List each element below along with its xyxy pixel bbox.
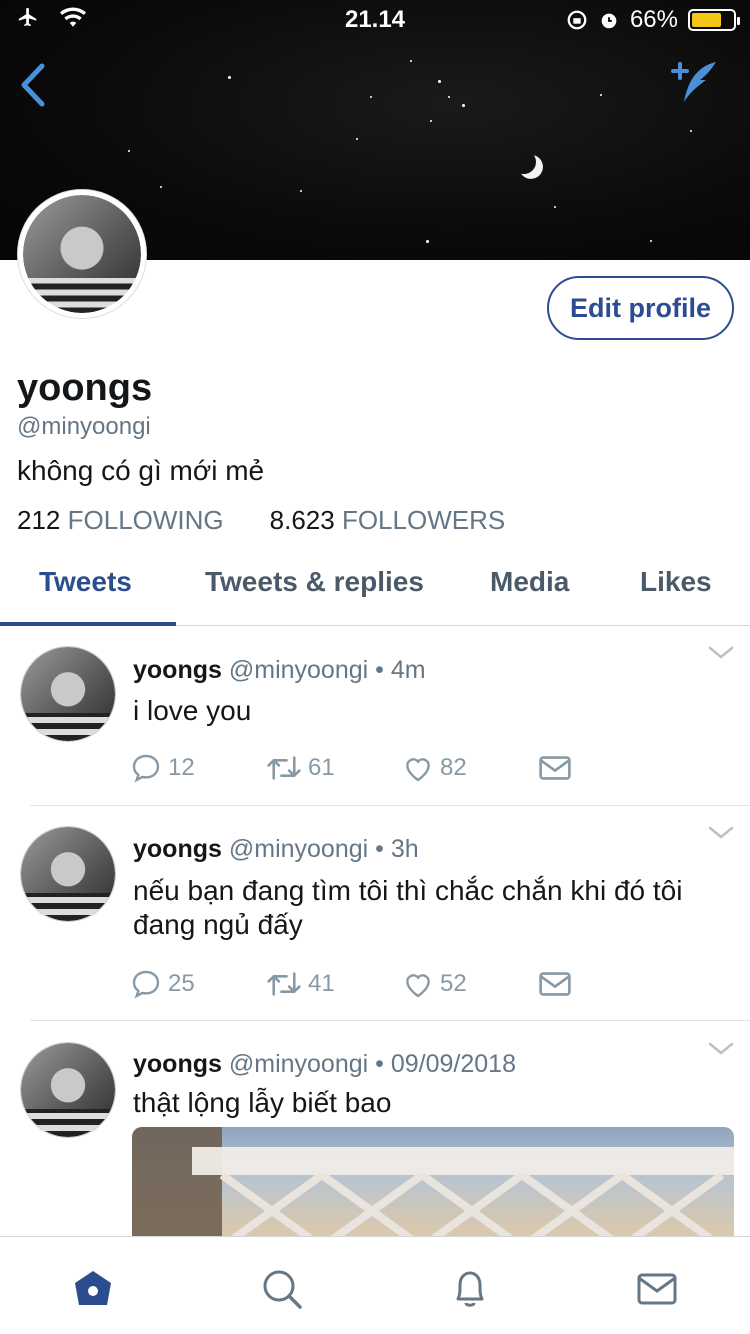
tab-media[interactable]: Media [490, 566, 569, 598]
followers-stat[interactable]: 8.623 FOLLOWERS [270, 505, 506, 536]
home-icon[interactable] [71, 1267, 115, 1311]
heart-icon [406, 758, 430, 782]
tweet-header: yoongs @minyoongi • 3h [133, 835, 419, 863]
rotation-lock-icon [567, 10, 587, 30]
retweet-count: 61 [308, 754, 335, 781]
battery-icon [688, 9, 740, 31]
reply-icon [132, 754, 160, 783]
tab-likes[interactable]: Likes [640, 566, 712, 598]
profile-stats: 212 FOLLOWING 8.623 FOLLOWERS [17, 505, 505, 536]
like-count: 52 [440, 970, 467, 997]
search-icon[interactable] [260, 1267, 304, 1311]
following-label: FOLLOWING [67, 505, 224, 535]
retweet-button[interactable]: 61 [266, 752, 402, 784]
like-count: 82 [440, 754, 467, 781]
tab-tweets-replies[interactable]: Tweets & replies [205, 566, 424, 598]
tweet-divider [30, 1020, 750, 1021]
dm-button[interactable] [538, 753, 674, 783]
tweet-header: yoongs @minyoongi • 09/09/2018 [133, 1050, 516, 1078]
retweet-icon [267, 756, 301, 780]
tweet-photo[interactable] [132, 1127, 734, 1247]
tweet-author-name: yoongs [133, 835, 222, 863]
retweet-count: 41 [308, 970, 335, 997]
tweet-time: 09/09/2018 [390, 1050, 516, 1078]
tweet-author-handle: @minyoongi [228, 656, 369, 684]
following-stat[interactable]: 212 FOLLOWING [17, 505, 224, 536]
tweet-text: i love you [133, 695, 252, 726]
envelope-icon [539, 972, 571, 996]
followers-count: 8.623 [269, 505, 335, 535]
tweet-avatar[interactable] [20, 646, 116, 742]
mail-icon[interactable] [635, 1267, 679, 1311]
status-bar: 21.14 66% [0, 0, 750, 40]
profile-tabs: Tweets Tweets & replies Media Likes [0, 556, 750, 626]
tweet-actions: 25 41 52 [130, 968, 674, 1000]
reply-count: 25 [168, 970, 195, 997]
chevron-left-icon[interactable] [14, 60, 54, 110]
tweet-author-handle: @minyoongi [228, 835, 369, 863]
tweet-avatar[interactable] [20, 1042, 116, 1138]
tweet-time: 3h [390, 835, 419, 863]
like-button[interactable]: 52 [402, 968, 538, 1000]
like-button[interactable]: 82 [402, 752, 538, 784]
dm-button[interactable] [538, 969, 674, 999]
edit-profile-button[interactable]: Edit profile [547, 276, 734, 340]
tweet-author-name: yoongs [133, 656, 222, 684]
following-count: 212 [17, 505, 61, 535]
profile-bio: không có gì mới mẻ [17, 455, 265, 486]
profile-name: yoongs [17, 367, 153, 409]
chevron-down-icon[interactable] [708, 646, 734, 660]
reply-button[interactable]: 25 [130, 968, 266, 1000]
tweet-actions: 12 61 82 [130, 752, 674, 784]
tweet-text: nếu bạn đang tìm tôi thì chắc chắn khi đ… [133, 875, 683, 940]
photo-structure [132, 1127, 734, 1247]
compose-tweet-icon[interactable] [668, 58, 720, 106]
bell-icon[interactable] [448, 1267, 492, 1311]
chevron-down-icon[interactable] [708, 1042, 734, 1056]
reply-icon [132, 970, 160, 999]
retweet-icon [267, 972, 301, 996]
tweet-header: yoongs @minyoongi • 4m [133, 656, 426, 684]
tweet-divider [30, 805, 750, 806]
heart-icon [406, 974, 430, 998]
retweet-button[interactable]: 41 [266, 968, 402, 1000]
active-tab-indicator [0, 622, 176, 626]
moon [510, 148, 538, 176]
alarm-icon [601, 13, 617, 29]
tweet-author-handle: @minyoongi [228, 1050, 369, 1078]
profile-handle: @minyoongi [17, 413, 151, 440]
tweet-author-name: yoongs [133, 1050, 222, 1078]
chevron-down-icon[interactable] [708, 826, 734, 840]
tab-tweets[interactable]: Tweets [39, 566, 132, 598]
envelope-icon [539, 756, 571, 780]
tweet-avatar[interactable] [20, 826, 116, 922]
battery-percent: 66% [629, 6, 678, 33]
reply-button[interactable]: 12 [130, 752, 266, 784]
tweet-time: 4m [390, 656, 426, 684]
bottom-tab-bar [0, 1236, 750, 1334]
profile-avatar[interactable] [18, 190, 146, 318]
reply-count: 12 [168, 754, 195, 781]
followers-label: FOLLOWERS [341, 505, 506, 535]
tweet-text: thật lộng lẫy biết bao [133, 1087, 392, 1118]
